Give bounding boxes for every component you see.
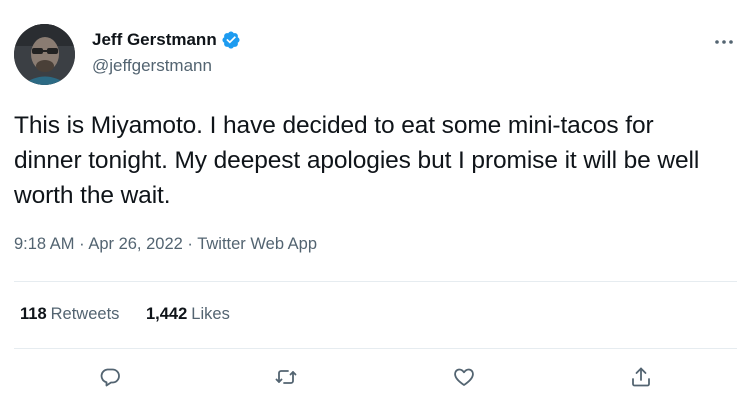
tweet-card: Jeff Gerstmann @jeffgerstmann This is Mi… (0, 0, 750, 400)
likes-count: 1,442 (146, 305, 188, 323)
retweets-label: Retweets (50, 305, 120, 323)
tweet-meta: 9:18 AM · Apr 26, 2022 · Twitter Web App (14, 233, 317, 255)
author-display-name[interactable]: Jeff Gerstmann (92, 30, 217, 50)
like-button[interactable] (449, 362, 479, 392)
share-icon (632, 367, 650, 387)
retweet-icon (275, 370, 297, 384)
divider (14, 348, 737, 349)
reply-icon (100, 368, 120, 387)
retweet-button[interactable] (271, 362, 301, 392)
tweet-date[interactable]: Apr 26, 2022 (88, 235, 183, 253)
divider (14, 281, 737, 282)
likes-label: Likes (191, 305, 230, 323)
author-handle[interactable]: @jeffgerstmann (92, 56, 212, 76)
meta-separator: · (187, 235, 198, 253)
tweet-actions (0, 362, 750, 392)
more-horizontal-icon[interactable] (712, 30, 736, 54)
verified-badge-icon (221, 30, 241, 50)
tweet-source[interactable]: Twitter Web App (197, 235, 317, 253)
likes-stat[interactable]: 1,442 Likes (146, 303, 230, 325)
retweets-count: 118 (20, 305, 47, 323)
avatar-image (14, 24, 75, 85)
retweets-stat[interactable]: 118 Retweets (20, 303, 119, 325)
meta-separator: · (79, 235, 89, 253)
avatar[interactable] (14, 24, 75, 85)
tweet-text: This is Miyamoto. I have decided to eat … (14, 112, 700, 209)
tweet-stats: 118 Retweets 1,442 Likes (20, 303, 252, 325)
reply-button[interactable] (95, 362, 125, 392)
heart-icon (454, 368, 474, 386)
tweet-time[interactable]: 9:18 AM (14, 235, 75, 253)
author-name-row: Jeff Gerstmann (92, 30, 241, 50)
share-button[interactable] (626, 362, 656, 392)
